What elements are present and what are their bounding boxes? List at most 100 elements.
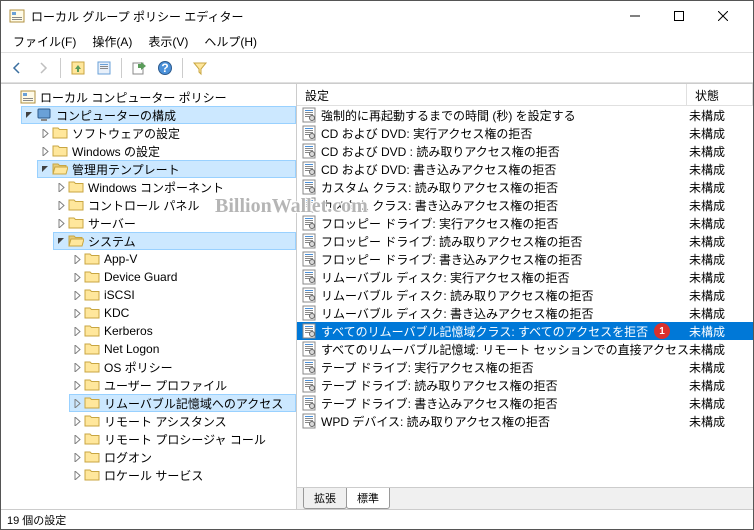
tree-control-panel[interactable]: コントロール パネル <box>53 196 296 214</box>
list-row[interactable]: 強制的に再起動するまでの時間 (秒) を設定する 未構成 <box>297 106 753 124</box>
list-row[interactable]: テープ ドライブ: 読み取りアクセス権の拒否 未構成 <box>297 376 753 394</box>
tree-remote-assist[interactable]: リモート アシスタンス <box>69 412 296 430</box>
list-row[interactable]: CD および DVD : 読み取りアクセス権の拒否 未構成 <box>297 142 753 160</box>
list-row[interactable]: カスタム クラス: 書き込みアクセス権の拒否 未構成 <box>297 196 753 214</box>
setting-state: 未構成 <box>689 251 749 268</box>
tree-locale-services[interactable]: ロケール サービス <box>69 466 296 484</box>
comp-config-icon <box>36 107 52 123</box>
collapse-icon[interactable] <box>23 109 35 121</box>
forward-button[interactable] <box>31 56 55 80</box>
expand-icon[interactable] <box>71 289 83 301</box>
list-header[interactable]: 設定 状態 <box>297 84 753 106</box>
list-row[interactable]: WPD デバイス: 読み取りアクセス権の拒否 未構成 <box>297 412 753 430</box>
expand-icon[interactable] <box>71 343 83 355</box>
expand-icon[interactable] <box>71 253 83 265</box>
list-row[interactable]: カスタム クラス: 読み取りアクセス権の拒否 未構成 <box>297 178 753 196</box>
collapse-icon[interactable] <box>39 163 51 175</box>
list-row[interactable]: すべてのリムーバブル記憶域: リモート セッションでの直接アクセスを許... 未… <box>297 340 753 358</box>
tree-pane[interactable]: ローカル コンピューター ポリシー コンピューターの構成 ソフトウェアの設定 W… <box>1 84 297 509</box>
setting-state: 未構成 <box>689 125 749 142</box>
setting-name: WPD デバイス: 読み取りアクセス権の拒否 <box>321 413 550 430</box>
tree-win-components[interactable]: Windows コンポーネント <box>53 178 296 196</box>
col-setting[interactable]: 設定 <box>297 84 687 105</box>
list-row[interactable]: フロッピー ドライブ: 読み取りアクセス権の拒否 未構成 <box>297 232 753 250</box>
tree-logon[interactable]: ログオン <box>69 448 296 466</box>
col-state[interactable]: 状態 <box>687 84 753 105</box>
tree-removable-storage[interactable]: リムーバブル記憶域へのアクセス <box>69 394 296 412</box>
list-row[interactable]: テープ ドライブ: 実行アクセス権の拒否 未構成 <box>297 358 753 376</box>
status-bar: 19 個の設定 <box>1 509 753 529</box>
menu-action[interactable]: 操作(A) <box>84 31 140 52</box>
expand-icon[interactable] <box>71 451 83 463</box>
tree-device-guard[interactable]: Device Guard <box>69 268 296 286</box>
expand-icon[interactable] <box>71 379 83 391</box>
tree-admin-templates[interactable]: 管理用テンプレート <box>37 160 296 178</box>
expand-icon[interactable] <box>71 271 83 283</box>
list-row[interactable]: テープ ドライブ: 書き込みアクセス権の拒否 未構成 <box>297 394 753 412</box>
filter-button[interactable] <box>188 56 212 80</box>
list-row[interactable]: フロッピー ドライブ: 実行アクセス権の拒否 未構成 <box>297 214 753 232</box>
expand-icon[interactable] <box>71 325 83 337</box>
expand-icon[interactable] <box>71 361 83 373</box>
tree-label: ローカル コンピューター ポリシー <box>40 89 227 106</box>
expand-icon[interactable] <box>71 469 83 481</box>
expand-icon[interactable] <box>71 397 83 409</box>
setting-name: テープ ドライブ: 実行アクセス権の拒否 <box>321 359 534 376</box>
expand-icon[interactable] <box>55 181 67 193</box>
list-body[interactable]: 強制的に再起動するまでの時間 (秒) を設定する 未構成 CD および DVD:… <box>297 106 753 487</box>
expand-icon[interactable] <box>71 433 83 445</box>
tree-kerberos[interactable]: Kerberos <box>69 322 296 340</box>
list-row[interactable]: リムーバブル ディスク: 書き込みアクセス権の拒否 未構成 <box>297 304 753 322</box>
tab-extended[interactable]: 拡張 <box>303 488 347 509</box>
tree-iscsi[interactable]: iSCSI <box>69 286 296 304</box>
folder-closed-icon <box>84 395 100 411</box>
export-button[interactable] <box>127 56 151 80</box>
properties-button[interactable] <box>92 56 116 80</box>
tree-label: サーバー <box>88 215 136 232</box>
tab-standard[interactable]: 標準 <box>346 488 390 509</box>
list-row[interactable]: リムーバブル ディスク: 実行アクセス権の拒否 未構成 <box>297 268 753 286</box>
expand-icon[interactable] <box>71 307 83 319</box>
tree-software[interactable]: ソフトウェアの設定 <box>37 124 296 142</box>
tree-computer-config[interactable]: コンピューターの構成 <box>21 106 296 124</box>
setting-name: フロッピー ドライブ: 書き込みアクセス権の拒否 <box>321 251 582 268</box>
list-row[interactable]: フロッピー ドライブ: 書き込みアクセス権の拒否 未構成 <box>297 250 753 268</box>
close-button[interactable] <box>701 1 745 31</box>
tree-label: コンピューターの構成 <box>56 107 176 124</box>
help-button[interactable] <box>153 56 177 80</box>
list-row[interactable]: リムーバブル ディスク: 読み取りアクセス権の拒否 未構成 <box>297 286 753 304</box>
menu-file[interactable]: ファイル(F) <box>5 31 84 52</box>
tree-root[interactable]: ローカル コンピューター ポリシー <box>5 88 296 106</box>
back-button[interactable] <box>5 56 29 80</box>
folder-closed-icon <box>84 323 100 339</box>
tree-windows-settings[interactable]: Windows の設定 <box>37 142 296 160</box>
setting-icon <box>301 287 317 303</box>
collapse-icon[interactable] <box>55 235 67 247</box>
tree-label: リモート アシスタンス <box>104 413 227 430</box>
expand-icon[interactable] <box>71 415 83 427</box>
tree-system[interactable]: システム <box>53 232 296 250</box>
tree-user-profile[interactable]: ユーザー プロファイル <box>69 376 296 394</box>
list-row[interactable]: すべてのリムーバブル記憶域クラス: すべてのアクセスを拒否1 未構成 <box>297 322 753 340</box>
tree-net-logon[interactable]: Net Logon <box>69 340 296 358</box>
setting-name: すべてのリムーバブル記憶域クラス: すべてのアクセスを拒否 <box>321 323 648 340</box>
expand-icon[interactable] <box>39 127 51 139</box>
list-row[interactable]: CD および DVD: 書き込みアクセス権の拒否 未構成 <box>297 160 753 178</box>
tree-server[interactable]: サーバー <box>53 214 296 232</box>
minimize-button[interactable] <box>613 1 657 31</box>
tree-kdc[interactable]: KDC <box>69 304 296 322</box>
tree-label: App-V <box>104 252 137 266</box>
expand-icon[interactable] <box>55 217 67 229</box>
tree-app-v[interactable]: App-V <box>69 250 296 268</box>
tree-os-policy[interactable]: OS ポリシー <box>69 358 296 376</box>
expand-icon[interactable] <box>55 199 67 211</box>
setting-state: 未構成 <box>689 341 749 358</box>
tree-label: システム <box>88 233 136 250</box>
tree-remote-proc[interactable]: リモート プロシージャ コール <box>69 430 296 448</box>
menu-help[interactable]: ヘルプ(H) <box>196 31 265 52</box>
menu-view[interactable]: 表示(V) <box>140 31 196 52</box>
up-button[interactable] <box>66 56 90 80</box>
list-row[interactable]: CD および DVD: 実行アクセス権の拒否 未構成 <box>297 124 753 142</box>
expand-icon[interactable] <box>39 145 51 157</box>
maximize-button[interactable] <box>657 1 701 31</box>
